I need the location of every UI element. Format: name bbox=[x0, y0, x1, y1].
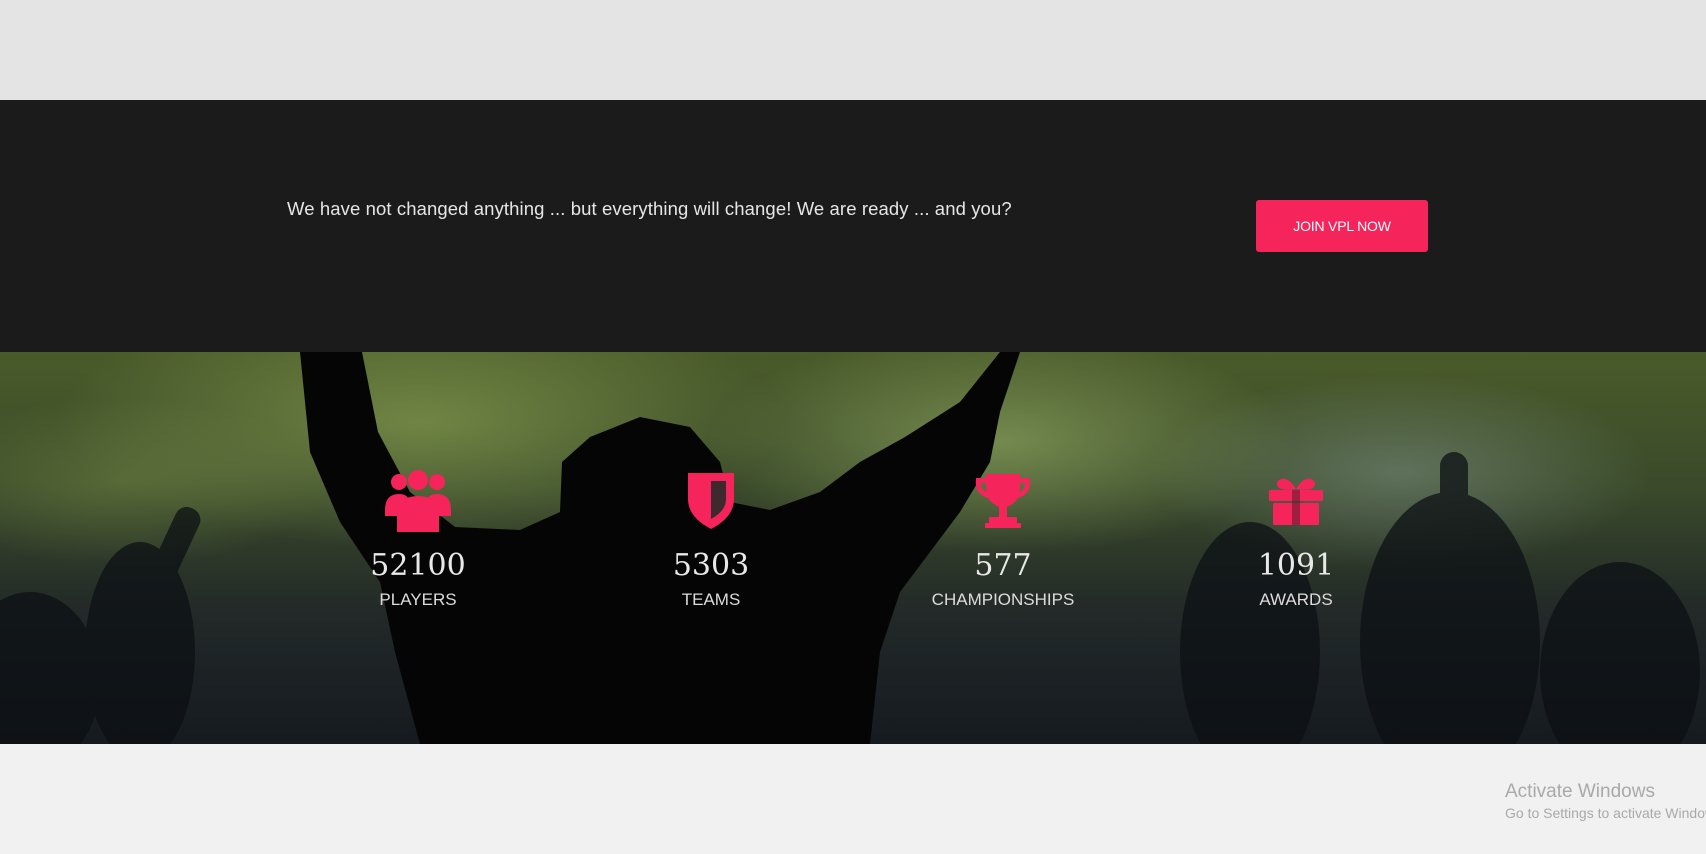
stat-value: 52100 bbox=[370, 548, 466, 583]
stat-label: CHAMPIONSHIPS bbox=[931, 590, 1075, 609]
stat-label: PLAYERS bbox=[379, 590, 457, 609]
activate-windows-watermark: Activate Windows Go to Settings to activ… bbox=[1505, 780, 1706, 822]
users-icon bbox=[308, 470, 528, 532]
stats-section: 52100 PLAYERS 5303 TEAMS 577 CHAMPIONSHI… bbox=[0, 352, 1706, 744]
stat-teams: 5303 TEAMS bbox=[601, 352, 821, 744]
crowd-background-image bbox=[0, 352, 1700, 744]
stat-championships: 577 CHAMPIONSHIPS bbox=[893, 352, 1113, 744]
stat-value: 5303 bbox=[672, 548, 750, 583]
gift-icon bbox=[1186, 470, 1406, 532]
watermark-subtitle: Go to Settings to activate Windows. bbox=[1505, 805, 1706, 821]
stat-awards: 1091 AWARDS bbox=[1186, 352, 1406, 744]
cta-tagline: We have not changed anything ... but eve… bbox=[287, 198, 1012, 219]
trophy-icon bbox=[893, 470, 1113, 532]
watermark-title: Activate Windows bbox=[1505, 781, 1655, 802]
cta-band bbox=[0, 100, 1706, 352]
stat-players: 52100 PLAYERS bbox=[308, 352, 528, 744]
stat-value: 1091 bbox=[1257, 548, 1335, 583]
shield-icon bbox=[601, 470, 821, 532]
join-now-button[interactable]: JOIN VPL NOW bbox=[1256, 200, 1428, 252]
top-strip bbox=[0, 0, 1706, 100]
stat-value: 577 bbox=[974, 548, 1032, 583]
stat-label: TEAMS bbox=[681, 590, 741, 609]
stat-label: AWARDS bbox=[1259, 590, 1333, 609]
